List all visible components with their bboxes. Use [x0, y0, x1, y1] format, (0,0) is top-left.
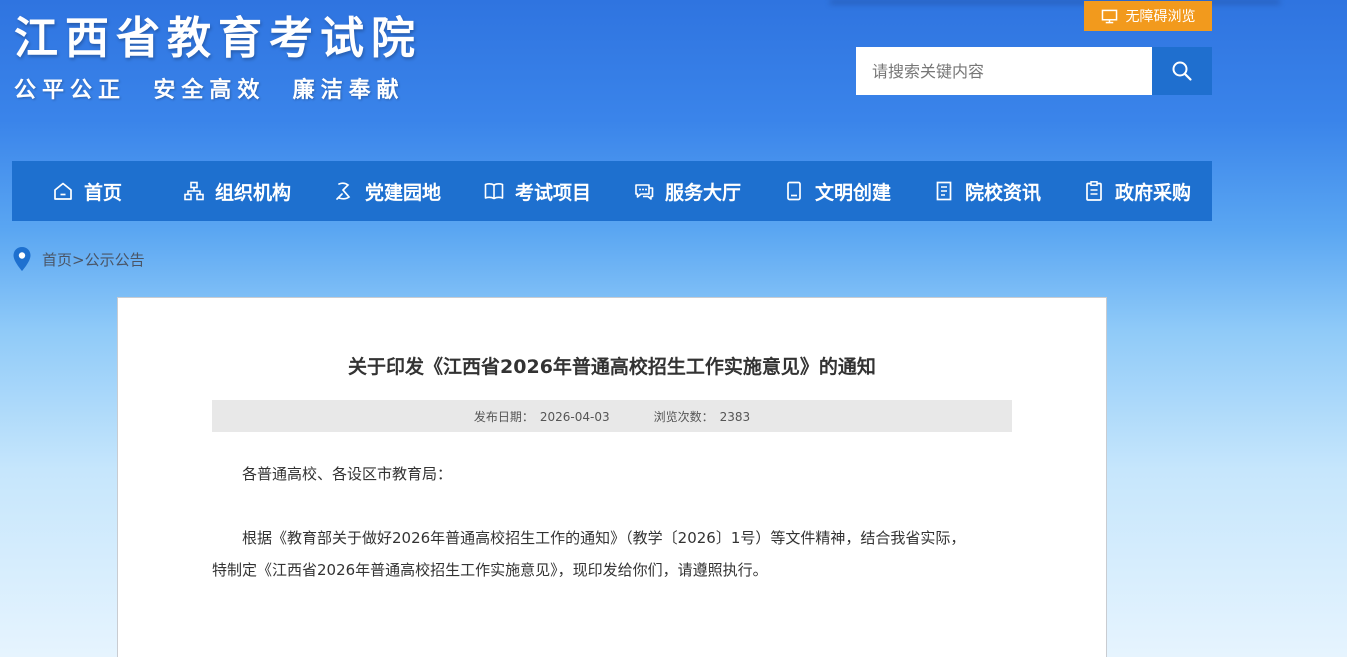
clipboard-icon — [1086, 181, 1102, 201]
article-title: 关于印发《江西省2026年普通高校招生工作实施意见》的通知 — [348, 356, 876, 378]
accessibility-label: 无障碍浏览 — [1125, 9, 1196, 25]
search-input[interactable] — [856, 47, 1152, 95]
nav-item-college-news[interactable]: 院校资讯 — [912, 161, 1062, 221]
nav-label: 首页 — [83, 181, 122, 204]
view-count: 浏览次数： 2383 — [654, 408, 751, 425]
header-shadow — [830, 0, 1280, 4]
nav-label: 服务大厅 — [664, 181, 741, 204]
nav-label: 院校资讯 — [964, 181, 1041, 204]
article-body-line: 特制定《江西省2026年普通高校招生工作实施意见》，现印发给你们，请遵照执行。 — [212, 561, 768, 579]
nav-item-civilization[interactable]: 文明创建 — [762, 161, 912, 221]
document-icon — [936, 181, 952, 201]
search-button[interactable] — [1152, 47, 1212, 95]
article-panel: 关于印发《江西省2026年普通高校招生工作实施意见》的通知 发布日期： 2026-… — [117, 297, 1107, 657]
chat-icon — [635, 184, 654, 200]
nav-item-home[interactable]: 首页 — [12, 161, 162, 221]
breadcrumb-current[interactable]: 公示公告 — [85, 251, 145, 269]
publish-date: 发布日期： 2026-04-03 — [474, 408, 610, 425]
nav-label: 文明创建 — [814, 181, 891, 204]
publish-date-label: 发布日期： — [473, 409, 534, 424]
nav-item-party[interactable]: 党建园地 — [312, 161, 462, 221]
nav-label: 组织机构 — [214, 181, 291, 204]
publish-date-value: 2026-04-03 — [539, 409, 610, 424]
article-body: 根据《教育部关于做好2026年普通高校招生工作的通知》（教学〔2026〕1号）等… — [212, 522, 1012, 586]
nav-item-exams[interactable]: 考试项目 — [462, 161, 612, 221]
notebook-icon — [787, 181, 801, 201]
nav-item-procurement[interactable]: 政府采购 — [1062, 161, 1212, 221]
article-body-line: 根据《教育部关于做好2026年普通高校招生工作的通知》（教学〔2026〕1号）等… — [242, 529, 966, 547]
view-count-value: 2383 — [719, 409, 751, 424]
accessibility-button[interactable]: 无障碍浏览 — [1084, 1, 1212, 31]
nav-item-service[interactable]: 服务大厅 — [612, 161, 762, 221]
breadcrumb-home-link[interactable]: 首页 — [42, 251, 72, 269]
breadcrumb: 首页>公示公告 — [12, 246, 145, 272]
nav-label: 政府采购 — [1114, 181, 1191, 204]
nav-label: 考试项目 — [514, 181, 591, 204]
party-icon — [336, 182, 351, 200]
breadcrumb-separator: > — [72, 250, 85, 269]
home-icon — [54, 182, 72, 200]
nav-item-organization[interactable]: 组织机构 — [162, 161, 312, 221]
article-salutation: 各普通高校、各设区市教育局： — [242, 465, 453, 483]
view-count-label: 浏览次数： — [653, 409, 714, 424]
site-slogan: 公平公正 安全高效 廉洁奉献 — [14, 78, 405, 103]
search-icon — [1172, 61, 1192, 81]
book-open-icon — [484, 183, 504, 200]
main-nav: 首页 组织机构 党建园地 考试项目 服务大厅 文明创建 院校资讯 政府采购 — [12, 161, 1212, 221]
nav-label: 党建园地 — [364, 181, 441, 204]
monitor-icon — [1101, 9, 1117, 23]
article-meta: 发布日期： 2026-04-03 浏览次数： 2383 — [212, 400, 1012, 432]
site-title: 江西省教育考试院 — [14, 13, 422, 64]
org-chart-icon — [184, 181, 204, 201]
location-pin-icon — [13, 247, 31, 271]
